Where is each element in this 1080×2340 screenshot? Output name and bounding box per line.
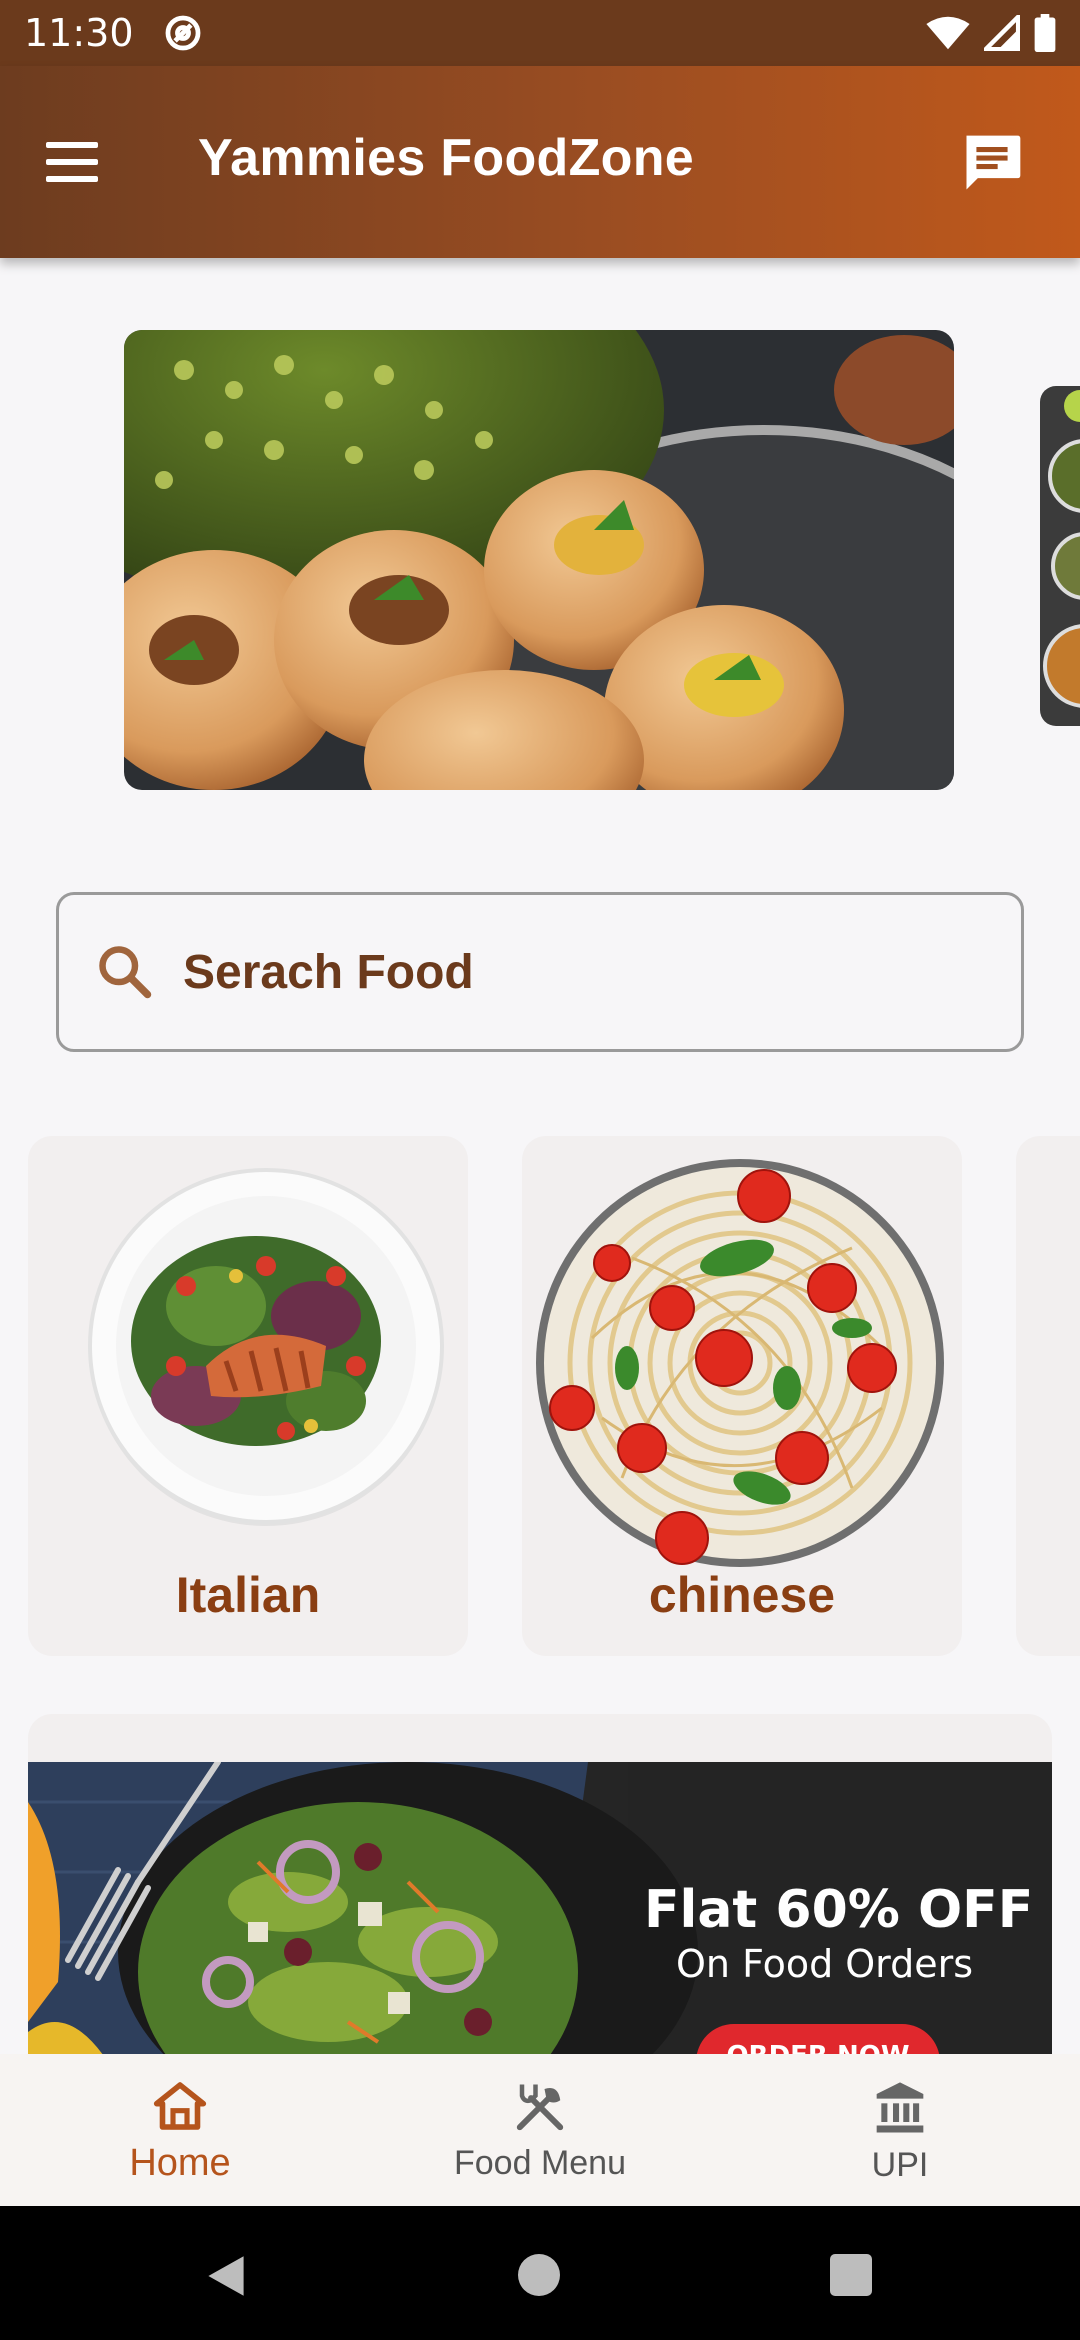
- home-icon: [153, 2082, 207, 2130]
- at-sign-icon: [165, 15, 200, 51]
- nav-label: UPI: [871, 2146, 929, 2184]
- category-list[interactable]: Italian chinese: [0, 1136, 1080, 1656]
- bottom-navigation: Home Food Menu UPI: [0, 2054, 1080, 2206]
- app-bar: Yammies FoodZone: [0, 66, 1080, 258]
- promo-banner[interactable]: Flat 60% OFF On Food Orders ORDER NOW: [28, 1762, 1052, 2054]
- nav-label: Home: [129, 2142, 231, 2184]
- home-circle-icon[interactable]: [518, 2254, 560, 2296]
- menu-button[interactable]: [46, 142, 106, 186]
- order-now-button[interactable]: ORDER NOW: [696, 2024, 940, 2054]
- cell-signal-icon: [984, 15, 1020, 51]
- fork-knife-icon: [516, 2084, 564, 2131]
- search-box[interactable]: [56, 892, 1024, 1052]
- promo-title: Flat 60% OFF: [644, 1880, 1034, 1940]
- search-input[interactable]: [181, 943, 945, 1001]
- promo-card[interactable]: Flat 60% OFF On Food Orders ORDER NOW: [28, 1714, 1052, 2054]
- status-time: 11:30: [24, 11, 134, 55]
- salmon-salad-image: [88, 1168, 444, 1526]
- spaghetti-image: [536, 1159, 944, 1567]
- category-label: chinese: [648, 1567, 836, 1623]
- category-card-italian[interactable]: Italian: [28, 1136, 468, 1656]
- battery-icon: [1034, 14, 1056, 52]
- menu-icon: [46, 142, 98, 148]
- banner-carousel[interactable]: [0, 330, 1080, 790]
- search-icon: [99, 946, 152, 999]
- bank-icon: [876, 2082, 924, 2133]
- banner-image-pani-puri[interactable]: [124, 330, 954, 790]
- system-navigation-bar: [0, 2206, 1080, 2340]
- pani-puri-image: [124, 330, 954, 790]
- status-bar: 11:30: [0, 0, 1080, 66]
- category-card-next[interactable]: [1016, 1136, 1080, 1656]
- bowls-image: [1040, 386, 1080, 726]
- back-icon[interactable]: [204, 2254, 248, 2298]
- nav-home[interactable]: Home: [0, 2054, 360, 2206]
- chat-button[interactable]: [958, 130, 1026, 198]
- chat-icon: [966, 135, 1021, 190]
- category-label: Italian: [175, 1567, 321, 1623]
- nav-upi[interactable]: UPI: [720, 2054, 1080, 2206]
- app-title: Yammies FoodZone: [198, 129, 695, 187]
- nav-label: Food Menu: [454, 2144, 626, 2182]
- category-card-chinese[interactable]: chinese: [522, 1136, 962, 1656]
- nav-food-menu[interactable]: Food Menu: [360, 2054, 720, 2206]
- promo-subtitle: On Food Orders: [676, 1942, 974, 1986]
- banner-image-next[interactable]: [1040, 386, 1080, 726]
- recents-square-icon[interactable]: [830, 2254, 872, 2296]
- wifi-icon: [926, 16, 970, 50]
